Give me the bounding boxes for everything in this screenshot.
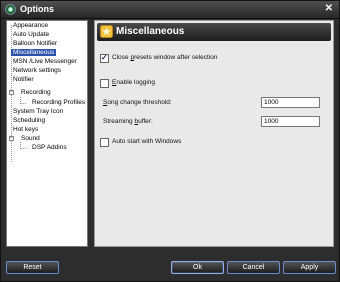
cancel-button[interactable]: Cancel [227, 261, 280, 274]
tree-item-msn-live-messenger[interactable]: MSN /Live Messenger [13, 57, 77, 66]
tree-item-hot-keys[interactable]: Hot keys [13, 125, 38, 134]
song-change-threshold-label: Song change threshold: [103, 99, 172, 106]
enable-logging-checkbox[interactable] [100, 79, 109, 88]
tree-item-label: Recording Profiles [32, 99, 86, 106]
title-bar: Options ✕ [1, 1, 339, 19]
tree-item-label: Miscellaneous [11, 49, 57, 56]
close-presets-checkbox[interactable] [100, 53, 109, 63]
tree-item-sound[interactable]: Sound [21, 134, 40, 143]
collapse-icon[interactable]: − [9, 90, 14, 95]
tree-item-network-settings[interactable]: Network settings [13, 66, 61, 75]
window-title: Options [20, 4, 54, 14]
panel-header: Miscellaneous [97, 23, 331, 41]
auto-start-label: Auto start with Windows [112, 138, 182, 145]
collapse-icon[interactable]: − [9, 136, 14, 141]
tree-item-label: Scheduling [13, 117, 46, 124]
tree-item-system-tray-icon[interactable]: System Tray Icon [13, 107, 63, 116]
tree-item-label: Appearance [13, 22, 49, 29]
tree-item-label: DSP Addins [32, 144, 67, 151]
tree-item-label: Recording [21, 89, 51, 96]
tree-item-label: Hot keys [13, 126, 39, 133]
tree-item-dsp-addins[interactable]: DSP Addins [32, 143, 67, 152]
settings-panel: Miscellaneous Close presets window after… [94, 20, 334, 247]
reset-button[interactable]: Reset [6, 261, 59, 274]
star-icon [100, 25, 113, 38]
song-change-threshold-input[interactable]: 1000 [261, 97, 320, 108]
app-icon [5, 4, 16, 15]
tree-item-recording[interactable]: Recording [21, 88, 51, 97]
tree-item-label: Auto Update [13, 31, 50, 38]
enable-logging-label: Enable logging [112, 79, 156, 86]
options-nav-tree: Appearance Auto Update Balloon Notifier … [6, 20, 88, 247]
tree-item-appearance[interactable]: Appearance [13, 21, 48, 30]
tree-item-label: System Tray Icon [13, 108, 64, 115]
tree-item-miscellaneous[interactable]: Miscellaneous [11, 48, 57, 57]
tree-item-label: Network settings [13, 67, 62, 74]
tree-item-notifier[interactable]: Notifier [13, 75, 34, 84]
tree-line [20, 103, 26, 104]
close-icon[interactable]: ✕ [325, 3, 333, 14]
tree-item-label: MSN /Live Messenger [13, 58, 77, 65]
streaming-buffer-input[interactable]: 1000 [261, 116, 320, 127]
ok-button[interactable]: Ok [171, 261, 224, 274]
tree-line [20, 148, 26, 149]
tree-item-scheduling[interactable]: Scheduling [13, 116, 45, 125]
auto-start-checkbox[interactable] [100, 138, 109, 147]
apply-button[interactable]: Apply [283, 261, 336, 274]
close-presets-label: Close presets window after selection [112, 54, 218, 61]
panel-title: Miscellaneous [116, 26, 185, 37]
tree-item-label: Balloon Notifier [13, 40, 58, 47]
tree-item-auto-update[interactable]: Auto Update [13, 30, 49, 39]
tree-item-balloon-notifier[interactable]: Balloon Notifier [13, 39, 57, 48]
tree-item-recording-profiles[interactable]: Recording Profiles [32, 98, 85, 107]
tree-item-label: Notifier [13, 76, 34, 83]
tree-item-label: Sound [21, 135, 40, 142]
streaming-buffer-label: Streaming buffer: [103, 118, 153, 125]
options-window: Options ✕ Appearance Auto Update Balloon… [0, 0, 340, 282]
